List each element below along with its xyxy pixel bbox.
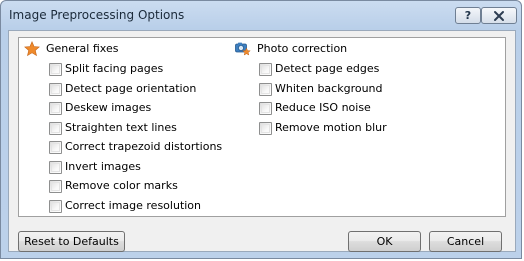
title-bar: Image Preprocessing Options ? xyxy=(1,1,521,31)
checkbox[interactable] xyxy=(49,63,62,76)
option-label: Whiten background xyxy=(275,82,383,95)
option-label: Remove motion blur xyxy=(275,121,387,134)
checkbox[interactable] xyxy=(49,102,62,115)
option-label: Reduce ISO noise xyxy=(275,101,371,114)
option-label: Correct trapezoid distortions xyxy=(65,140,223,153)
option-label: Detect page edges xyxy=(275,62,380,75)
photo-correction-title: Photo correction xyxy=(257,42,348,55)
checkbox[interactable] xyxy=(259,122,272,135)
checkbox[interactable] xyxy=(49,200,62,213)
camera-star-icon xyxy=(235,42,251,56)
option-label: Straighten text lines xyxy=(65,121,177,134)
reset-to-defaults-button[interactable]: Reset to Defaults xyxy=(18,231,125,252)
checkbox[interactable] xyxy=(49,83,62,96)
checkbox[interactable] xyxy=(49,141,62,154)
checkbox[interactable] xyxy=(49,122,62,135)
option-label: Detect page orientation xyxy=(65,82,197,95)
ok-button[interactable]: OK xyxy=(348,231,421,252)
options-panel: General fixes Split facing pages Detect … xyxy=(18,37,506,217)
star-icon xyxy=(24,41,40,57)
dialog-window: Image Preprocessing Options ? General fi… xyxy=(0,0,522,259)
option-label: Correct image resolution xyxy=(65,199,202,212)
checkbox[interactable] xyxy=(259,63,272,76)
cancel-button[interactable]: Cancel xyxy=(429,231,502,252)
checkbox[interactable] xyxy=(49,161,62,174)
close-icon xyxy=(494,11,504,21)
checkbox[interactable] xyxy=(259,83,272,96)
option-label: Split facing pages xyxy=(65,62,164,75)
help-button[interactable]: ? xyxy=(455,7,481,24)
option-label: Deskew images xyxy=(65,101,152,114)
dialog-title: Image Preprocessing Options xyxy=(9,8,185,22)
option-label: Invert images xyxy=(65,160,141,173)
checkbox[interactable] xyxy=(259,102,272,115)
close-button[interactable] xyxy=(481,7,517,24)
general-fixes-title: General fixes xyxy=(46,42,119,55)
checkbox[interactable] xyxy=(49,180,62,193)
option-label: Remove color marks xyxy=(65,179,178,192)
dialog-body: General fixes Split facing pages Detect … xyxy=(8,30,516,252)
